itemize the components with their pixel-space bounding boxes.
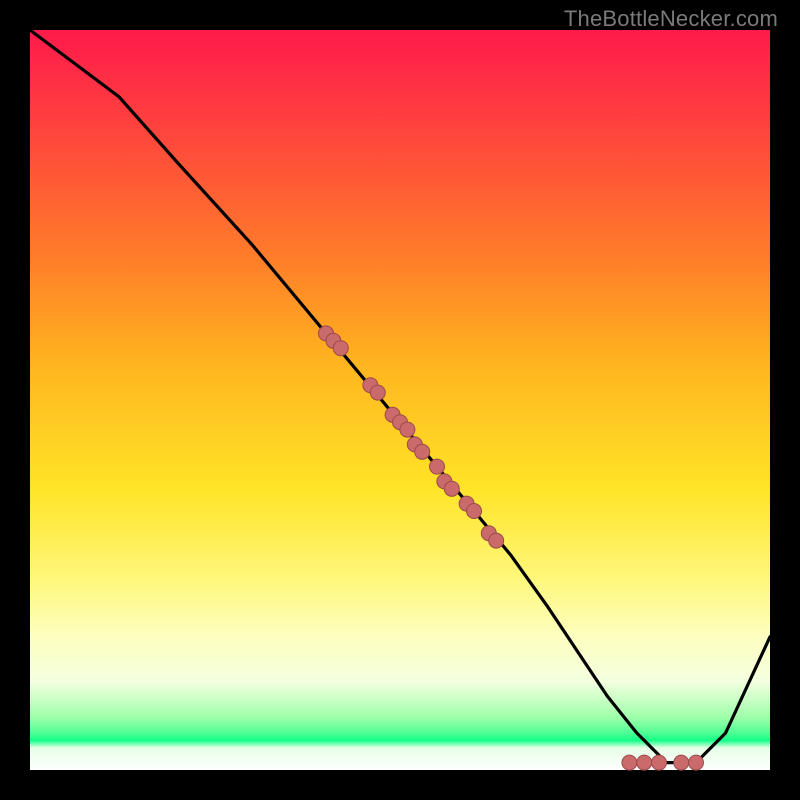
curve-marker-dot — [489, 533, 504, 548]
curve-marker-dot — [637, 755, 652, 770]
curve-marker-dot — [400, 422, 415, 437]
curve-marker-dot — [674, 755, 689, 770]
bottleneck-curve — [30, 30, 770, 763]
curve-marker-dot — [622, 755, 637, 770]
curve-marker-dot — [444, 481, 459, 496]
chart-svg — [30, 30, 770, 770]
curve-marker-dot — [370, 385, 385, 400]
curve-markers — [319, 326, 704, 770]
curve-marker-dot — [467, 504, 482, 519]
curve-marker-dot — [333, 341, 348, 356]
watermark-text: TheBottleNecker.com — [564, 6, 778, 32]
curve-marker-dot — [430, 459, 445, 474]
curve-marker-dot — [415, 444, 430, 459]
curve-marker-dot — [652, 755, 667, 770]
plot-area — [30, 30, 770, 770]
curve-marker-dot — [689, 755, 704, 770]
chart-stage: TheBottleNecker.com — [0, 0, 800, 800]
